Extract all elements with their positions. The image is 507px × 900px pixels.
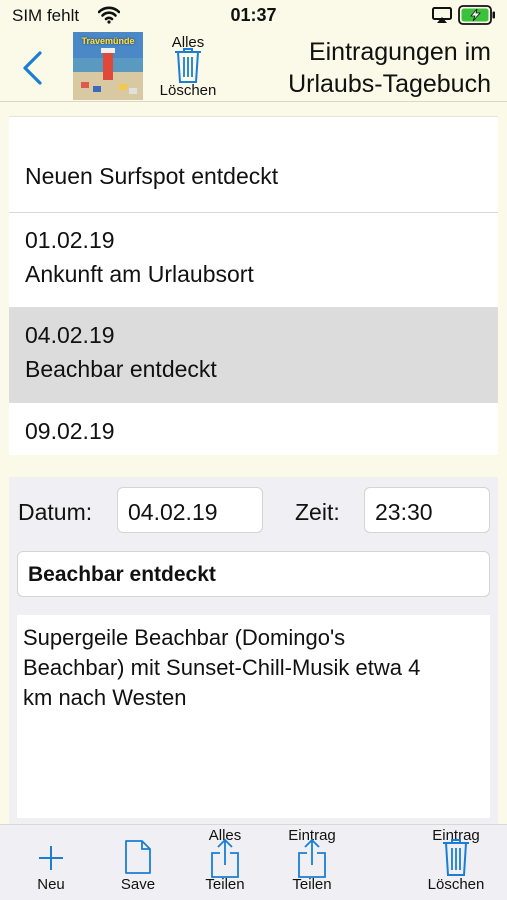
new-entry-button[interactable]: Neu: [26, 825, 76, 900]
page-title-line-2: Urlaubs-Tagebuch: [288, 70, 491, 98]
status-bar: SIM fehlt 01:37: [0, 0, 507, 32]
list-item-selected[interactable]: 04.02.19 Beachbar entdeckt: [9, 308, 498, 403]
entry-body-textarea[interactable]: Supergeile Beachbar (Domingo's Beachbar)…: [17, 615, 490, 818]
date-field[interactable]: 04.02.19: [117, 487, 263, 533]
entry-list[interactable]: Neuen Surfspot entdeckt 01.02.19 Ankunft…: [9, 116, 498, 455]
clock: 01:37: [230, 5, 277, 25]
share-icon: [298, 838, 326, 878]
share-all-label-bottom: Teilen: [205, 876, 245, 893]
share-entry-button[interactable]: Eintrag Teilen: [278, 825, 346, 900]
chevron-left-icon: [23, 51, 42, 85]
airplay-icon: [432, 7, 452, 29]
back-button[interactable]: [20, 50, 46, 86]
list-item-date: 01.02.19: [25, 227, 115, 253]
share-entry-label-bottom: Teilen: [292, 876, 332, 893]
list-item-title: Ankunft am Urlaubsort: [25, 261, 254, 287]
list-item-date: 09.02.19: [25, 418, 115, 444]
time-label: Zeit:: [295, 499, 340, 525]
list-item-title: Beachbar entdeckt: [25, 356, 217, 382]
location-thumbnail[interactable]: Travemünde: [73, 32, 143, 100]
share-all-button[interactable]: Alles Teilen: [194, 825, 256, 900]
trash-icon: [443, 839, 469, 876]
thumbnail-caption: Travemünde: [81, 36, 135, 46]
battery-charging-icon: [458, 5, 496, 30]
page-title: Eintragungen im Urlaubs-Tagebuch: [251, 36, 491, 100]
page-title-line-1: Eintragungen im: [308, 38, 491, 66]
entry-body-line: km nach Westen: [23, 685, 187, 710]
share-icon: [211, 838, 239, 878]
date-label: Datum:: [18, 499, 93, 525]
list-item[interactable]: Neuen Surfspot entdeckt: [9, 116, 498, 213]
list-item-title: Neuen Surfspot entdeckt: [25, 163, 279, 189]
entry-body-line: Beachbar) mit Sunset-Chill-Musik etwa 4: [23, 655, 421, 680]
plus-icon: [39, 846, 63, 870]
entry-title-field[interactable]: Beachbar entdeckt: [17, 551, 490, 597]
list-item[interactable]: 09.02.19: [9, 404, 498, 455]
delete-entry-button[interactable]: Eintrag Löschen: [418, 825, 494, 900]
entry-body-line: Supergeile Beachbar (Domingo's: [23, 625, 346, 650]
new-entry-label: Neu: [37, 876, 65, 893]
delete-all-label-bottom: Löschen: [159, 82, 217, 99]
entry-editor: Datum: 04.02.19 Zeit: 23:30 Beachbar ent…: [9, 477, 498, 824]
bottom-toolbar: Neu Save Alles Teilen Eintrag Teilen Ein…: [0, 824, 507, 900]
delete-entry-label-bottom: Löschen: [427, 876, 485, 893]
delete-all-button[interactable]: Alles Löschen: [152, 34, 224, 100]
trash-icon: [175, 48, 201, 83]
save-button[interactable]: Save: [112, 825, 164, 900]
document-icon: [125, 840, 151, 874]
list-item-date: 04.02.19: [25, 322, 115, 348]
navigation-bar: Travemünde Alles Löschen Eintragungen im…: [0, 32, 507, 102]
time-field[interactable]: 23:30: [364, 487, 490, 533]
list-item[interactable]: 01.02.19 Ankunft am Urlaubsort: [9, 213, 498, 308]
save-label: Save: [120, 876, 156, 893]
